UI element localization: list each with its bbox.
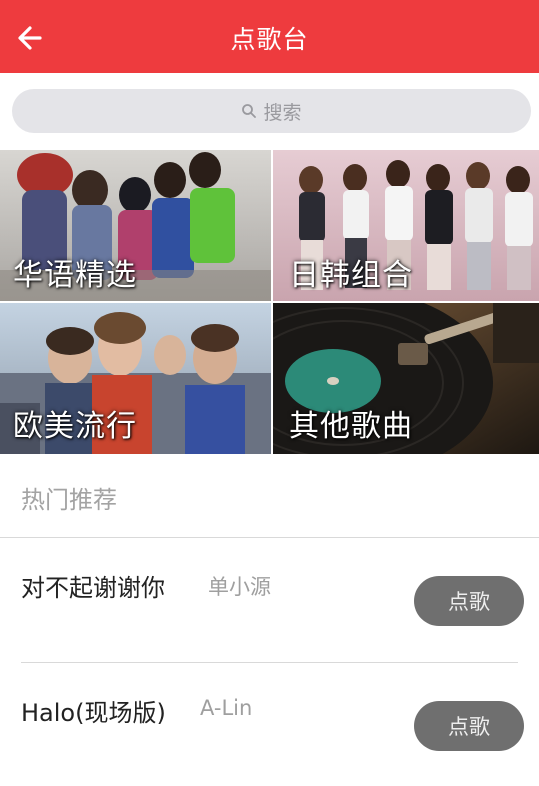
category-tile-chinese[interactable]: 华语精选	[0, 150, 271, 301]
song-artist: A-Lin	[200, 696, 253, 720]
category-tile-jk[interactable]: 日韩组合	[273, 150, 539, 301]
song-artist: 单小源	[208, 575, 271, 599]
category-tile-western[interactable]: 欧美流行	[0, 303, 271, 454]
search-placeholder: 搜索	[263, 101, 302, 124]
category-label: 欧美流行	[13, 409, 137, 444]
request-song-button[interactable]: 点歌	[414, 576, 524, 626]
song-title: Halo(现场版)	[21, 699, 166, 727]
category-label: 其他歌曲	[289, 409, 413, 444]
search-bar[interactable]: 搜索	[12, 89, 531, 133]
category-label: 日韩组合	[289, 258, 413, 293]
category-label: 华语精选	[13, 258, 137, 293]
category-tile-other[interactable]: 其他歌曲	[273, 303, 539, 454]
song-row[interactable]: Halo(现场版) A-Lin 点歌	[0, 663, 539, 786]
search-icon	[242, 104, 257, 118]
request-song-button[interactable]: 点歌	[414, 701, 524, 751]
category-grid: 华语精选 日韩组合 欧美流行 其他歌曲	[0, 150, 539, 454]
page-title: 点歌台	[230, 25, 309, 54]
section-title: 热门推荐	[21, 486, 117, 514]
app-header: 点歌台	[0, 0, 539, 73]
song-title: 对不起谢谢你	[21, 574, 165, 602]
song-row[interactable]: 对不起谢谢你 单小源 点歌	[0, 538, 539, 662]
